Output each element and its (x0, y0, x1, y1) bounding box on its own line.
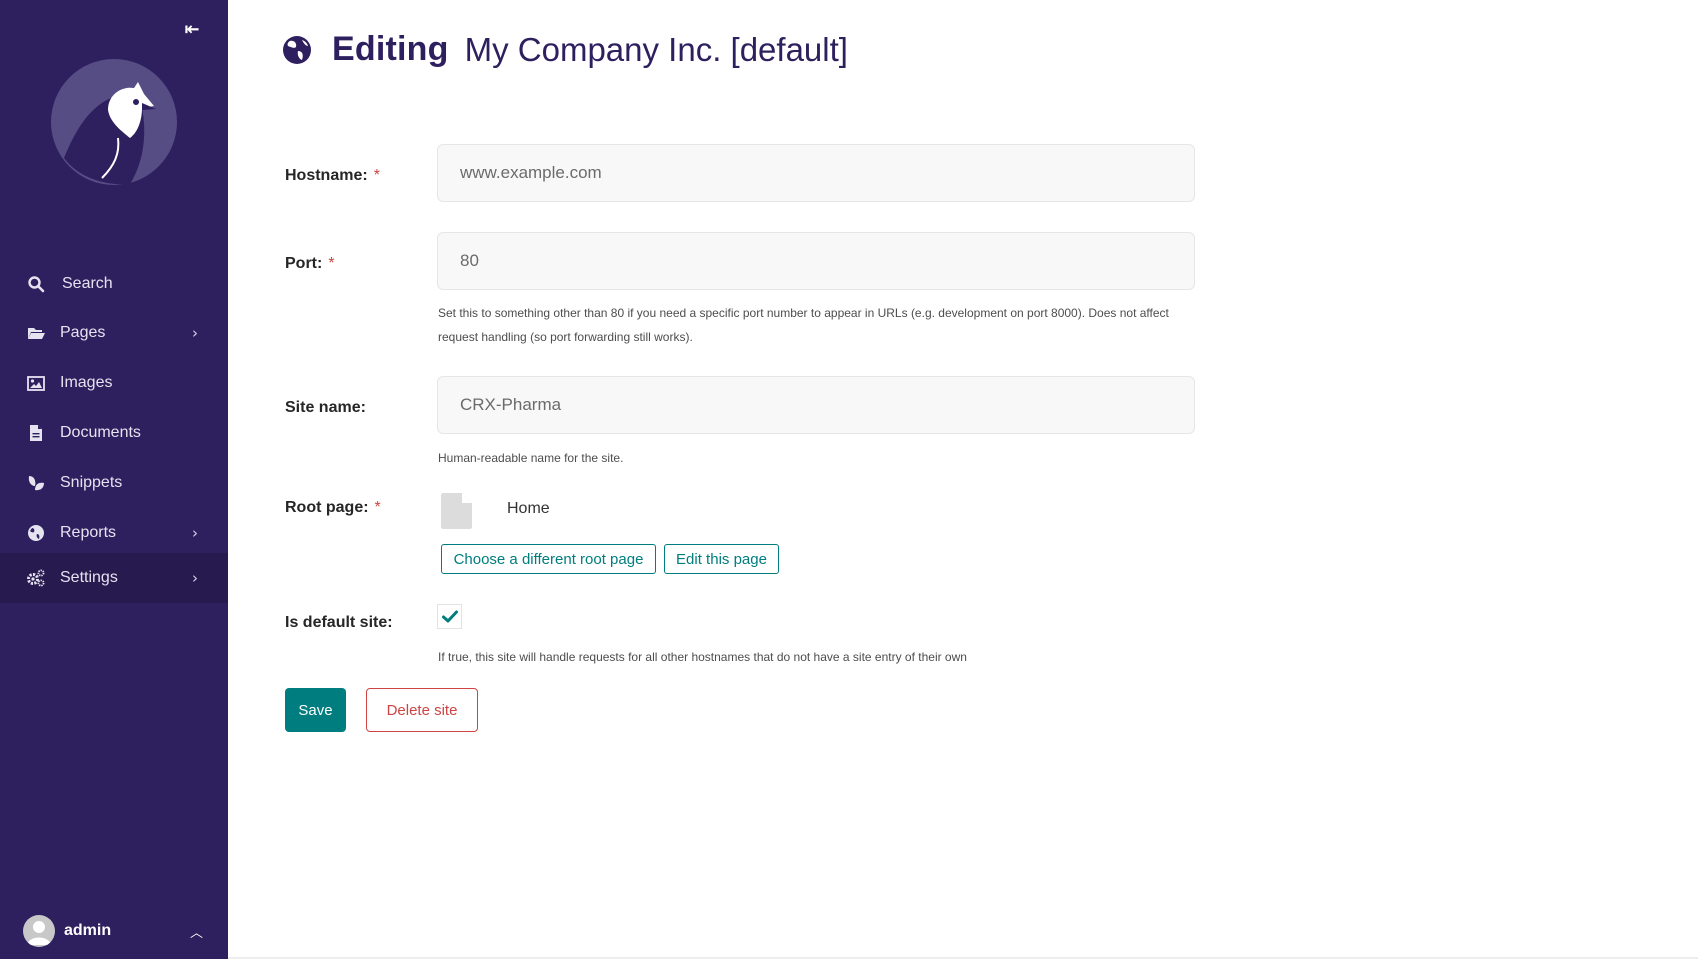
chevron-up-icon: ︿ (190, 925, 204, 941)
collapse-left-icon: ⇤ (184, 19, 200, 40)
site-name-help-text: Human-readable name for the site. (438, 451, 624, 465)
cogs-icon (26, 568, 46, 588)
page-title: My Company Inc. [default] (464, 30, 848, 68)
search-icon (26, 274, 46, 294)
edit-page-button[interactable]: Edit this page (664, 544, 779, 574)
sidebar-item-snippets[interactable]: Snippets (0, 459, 228, 507)
site-name-label-text: Site name: (285, 399, 366, 416)
hostname-input[interactable] (437, 144, 1195, 202)
is-default-help-text: If true, this site will handle requests … (438, 650, 967, 664)
root-page-label: Root page: * (285, 499, 381, 517)
port-input[interactable] (437, 232, 1195, 290)
port-label: Port: * (285, 255, 335, 273)
account-menu[interactable]: admin ︿ (0, 906, 228, 956)
main-content: Editing My Company Inc. [default] Hostna… (228, 0, 1698, 959)
site-name-input[interactable] (437, 376, 1195, 434)
is-default-checkbox[interactable] (437, 604, 462, 629)
sidebar-item-settings[interactable]: Settings › (0, 553, 228, 603)
sidebar-item-pages[interactable]: Pages › (0, 309, 228, 357)
delete-site-button[interactable]: Delete site (366, 688, 478, 732)
chevron-right-icon: › (192, 324, 198, 342)
sidebar-item-label: Pages (60, 324, 106, 341)
delete-site-label: Delete site (386, 701, 458, 719)
sidebar-item-reports[interactable]: Reports › (0, 509, 228, 557)
globe-icon (26, 523, 46, 543)
is-default-label-text: Is default site: (285, 614, 393, 631)
sidebar-item-search[interactable]: Search (0, 260, 228, 308)
site-name-label: Site name: (285, 399, 366, 417)
account-name: admin (64, 922, 112, 939)
save-label: Save (298, 701, 333, 719)
sidebar-item-label: Search (62, 275, 113, 292)
sidebar-item-label: Reports (60, 524, 117, 541)
checkmark-icon (441, 610, 458, 623)
bird-logo[interactable] (50, 58, 178, 186)
required-mark: * (328, 255, 335, 272)
required-mark: * (373, 167, 380, 184)
sidebar-item-label: Settings (60, 569, 118, 586)
page-action-label: Editing (332, 30, 449, 68)
port-label-text: Port: (285, 255, 323, 272)
folder-open-icon (26, 323, 46, 343)
sidebar-item-label: Snippets (60, 474, 123, 491)
edit-page-label: Edit this page (676, 550, 767, 568)
snippet-icon (26, 473, 46, 493)
root-page-title: Home (507, 500, 550, 517)
avatar (23, 915, 55, 947)
sidebar-item-label: Images (60, 374, 113, 391)
sidebar: ⇤ Search Pages › Images Documents Snippe… (0, 0, 228, 959)
choose-root-page-label: Choose a different root page (453, 550, 644, 568)
save-button[interactable]: Save (285, 688, 346, 732)
choose-root-page-button[interactable]: Choose a different root page (441, 544, 656, 574)
sidebar-item-documents[interactable]: Documents (0, 409, 228, 457)
required-mark: * (374, 499, 381, 516)
chevron-right-icon: › (192, 569, 198, 587)
is-default-label: Is default site: (285, 614, 393, 632)
chevron-right-icon: › (192, 524, 198, 542)
page-header: Editing My Company Inc. [default] (282, 30, 848, 69)
page-icon (441, 493, 472, 529)
hostname-label-text: Hostname: (285, 167, 368, 184)
collapse-sidebar-button[interactable]: ⇤ (178, 18, 206, 42)
hostname-label: Hostname: * (285, 167, 380, 185)
port-help-text: Set this to something other than 80 if y… (438, 306, 1169, 344)
sidebar-item-images[interactable]: Images (0, 359, 228, 407)
sidebar-item-label: Documents (60, 424, 141, 441)
root-page-label-text: Root page: (285, 499, 369, 516)
document-icon (26, 423, 46, 443)
image-icon (26, 373, 46, 393)
globe-icon (283, 35, 311, 64)
